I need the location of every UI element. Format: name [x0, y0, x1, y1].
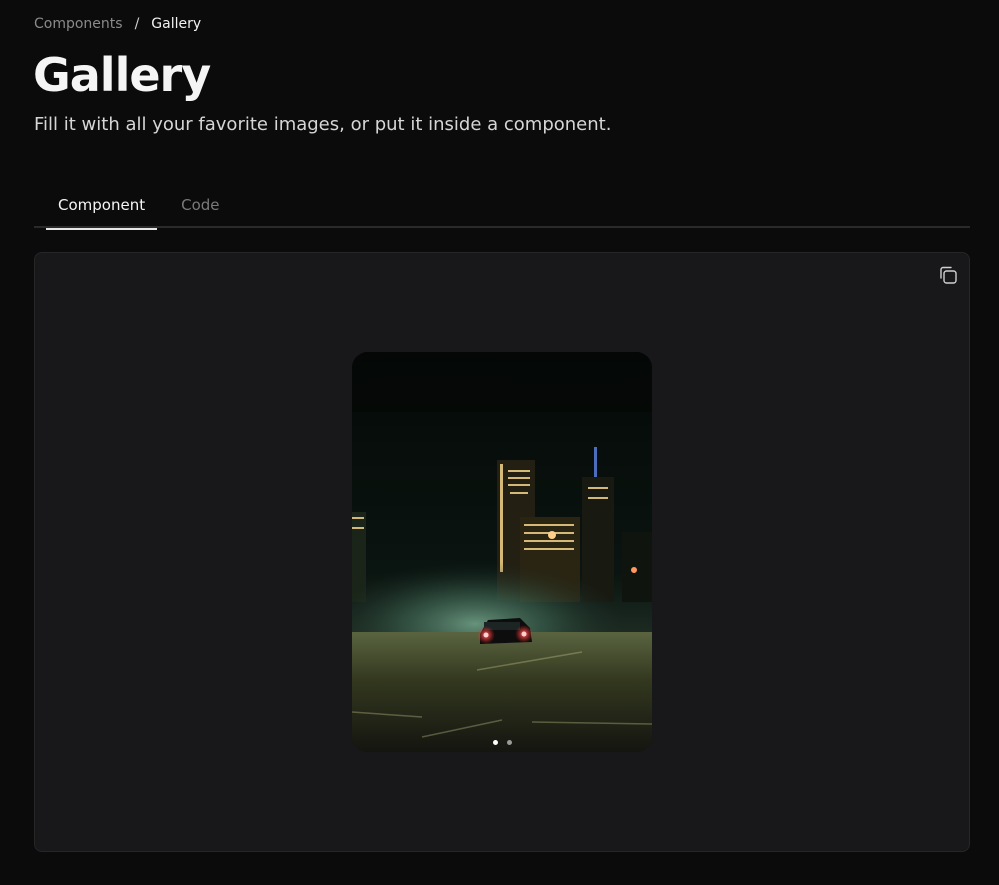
breadcrumb: Components / Gallery	[34, 15, 201, 33]
breadcrumb-current: Gallery	[151, 16, 202, 32]
gallery-carousel[interactable]	[352, 352, 652, 752]
tab-bar: Component Code	[34, 190, 970, 230]
breadcrumb-components-link[interactable]: Components	[34, 15, 123, 33]
carousel-dot-1[interactable]	[492, 740, 498, 745]
page-title: Gallery	[33, 48, 211, 102]
tab-code[interactable]: Code	[157, 190, 231, 228]
component-preview	[34, 252, 970, 852]
copy-button[interactable]	[937, 264, 959, 286]
breadcrumb-separator: /	[134, 16, 140, 32]
carousel-dot-2[interactable]	[506, 740, 512, 745]
tab-component[interactable]: Component	[46, 190, 158, 230]
copy-icon	[940, 266, 957, 284]
gallery-image	[352, 352, 652, 752]
carousel-pagination	[352, 740, 652, 745]
page-subtitle: Fill it with all your favorite images, o…	[34, 114, 612, 135]
